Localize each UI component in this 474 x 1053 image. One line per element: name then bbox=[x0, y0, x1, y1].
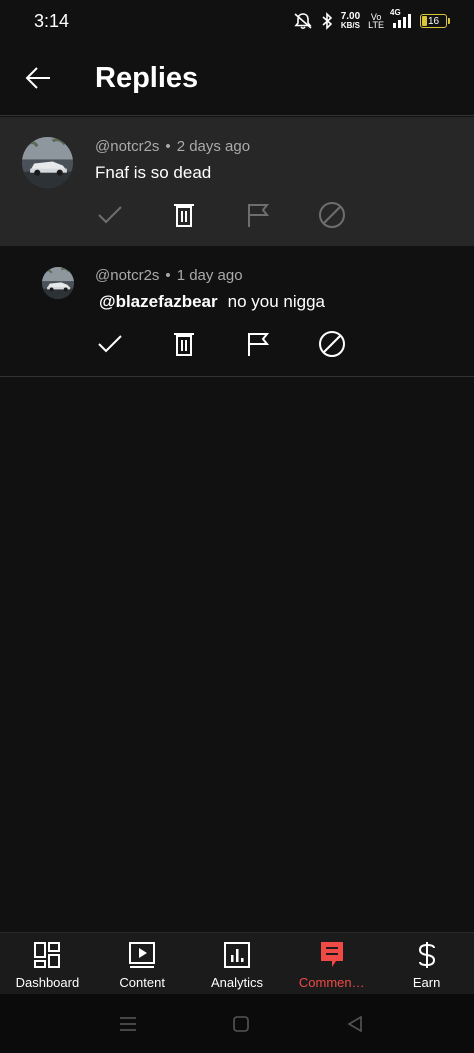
report-button[interactable] bbox=[238, 199, 278, 231]
signal-icon: 4G bbox=[390, 8, 412, 29]
delete-icon bbox=[174, 204, 194, 227]
nav-content[interactable]: Content bbox=[95, 933, 190, 994]
comment-author[interactable]: @notcr2s bbox=[95, 138, 159, 155]
comment-actions bbox=[90, 199, 352, 231]
home-button[interactable] bbox=[229, 1012, 253, 1036]
volte-bottom: LTE bbox=[368, 20, 384, 30]
report-icon bbox=[248, 204, 270, 227]
meta-separator: • bbox=[165, 138, 171, 155]
network-type: 4G bbox=[390, 8, 401, 17]
comment-text: Fnaf is so dead bbox=[95, 163, 212, 182]
block-icon bbox=[319, 331, 345, 357]
nav-label: Dashboard bbox=[15, 975, 80, 990]
nav-dashboard[interactable]: Dashboard bbox=[0, 933, 95, 994]
nav-analytics[interactable]: Analytics bbox=[190, 933, 285, 994]
dashboard-icon bbox=[33, 941, 61, 969]
nav-comments[interactable]: Commen… bbox=[284, 933, 379, 994]
volte-indicator: Vo LTE bbox=[368, 13, 384, 30]
meta-separator: • bbox=[165, 267, 171, 284]
battery-icon: 16 bbox=[420, 14, 450, 28]
content-icon bbox=[128, 941, 156, 969]
recents-button[interactable] bbox=[116, 1012, 140, 1036]
avatar[interactable] bbox=[42, 267, 74, 299]
block-icon bbox=[319, 202, 345, 228]
net-speed: 7.00 KB/S bbox=[340, 11, 361, 31]
comment-actions bbox=[90, 328, 352, 360]
parent-comment: @notcr2s • 2 days ago Fnaf is so dead bbox=[0, 117, 474, 246]
recents-icon bbox=[120, 1017, 136, 1031]
system-back-button[interactable] bbox=[343, 1012, 367, 1036]
nav-label: Content bbox=[119, 975, 165, 990]
comment-time: 1 day ago bbox=[176, 267, 243, 284]
block-button[interactable] bbox=[312, 328, 352, 360]
nav-earn[interactable]: Earn bbox=[379, 933, 474, 994]
comments-icon bbox=[318, 941, 346, 969]
mention-link[interactable]: @blazefazbear bbox=[99, 292, 218, 311]
comment-author[interactable]: @notcr2s bbox=[95, 267, 159, 284]
status-icons: 7.00 KB/S Vo LTE 4G 16 bbox=[293, 8, 450, 32]
delete-button[interactable] bbox=[164, 328, 204, 360]
app-header: Replies bbox=[0, 44, 474, 116]
nav-label: Analytics bbox=[210, 975, 263, 990]
nav-label: Commen… bbox=[298, 975, 365, 990]
reply-comment: @notcr2s • 1 day ago @blazefazbear no you n… bbox=[0, 246, 474, 377]
comment-text: @blazefazbear no you nigga bbox=[99, 292, 325, 312]
system-nav bbox=[0, 994, 474, 1053]
status-bar: 3:14 7.00 KB/S Vo LTE 4G 16 bbox=[0, 0, 474, 44]
approve-button[interactable] bbox=[90, 199, 130, 231]
approve-icon bbox=[98, 206, 122, 224]
delete-button[interactable] bbox=[164, 199, 204, 231]
home-icon bbox=[233, 1016, 249, 1032]
back-icon bbox=[347, 1015, 362, 1033]
report-icon bbox=[248, 333, 270, 356]
report-button[interactable] bbox=[238, 328, 278, 360]
bottom-nav: Dashboard Content Analytics Commen… Earn bbox=[0, 932, 474, 994]
analytics-icon bbox=[223, 941, 251, 969]
arrow-left-icon bbox=[25, 67, 50, 89]
delete-icon bbox=[174, 333, 194, 356]
avatar[interactable] bbox=[22, 137, 73, 188]
net-speed-value: 7.00 bbox=[340, 11, 361, 22]
reply-body: no you nigga bbox=[227, 292, 325, 311]
approve-icon bbox=[98, 335, 122, 353]
page-title: Replies bbox=[95, 62, 199, 94]
comment-time: 2 days ago bbox=[176, 138, 251, 155]
approve-button[interactable] bbox=[90, 328, 130, 360]
mute-icon bbox=[293, 12, 313, 30]
comment-meta: @notcr2s • 2 days ago bbox=[95, 138, 250, 155]
back-button[interactable] bbox=[16, 56, 60, 100]
car-photo-icon bbox=[22, 137, 73, 188]
nav-label: Earn bbox=[412, 975, 441, 990]
status-time: 3:14 bbox=[34, 11, 70, 31]
battery-level: 16 bbox=[427, 15, 440, 27]
net-speed-unit: KB/S bbox=[340, 21, 360, 30]
bluetooth-icon bbox=[321, 12, 333, 30]
car-photo-icon bbox=[42, 267, 74, 299]
dollar-icon bbox=[413, 941, 441, 969]
block-button[interactable] bbox=[312, 199, 352, 231]
comment-meta: @notcr2s • 1 day ago bbox=[95, 267, 243, 284]
